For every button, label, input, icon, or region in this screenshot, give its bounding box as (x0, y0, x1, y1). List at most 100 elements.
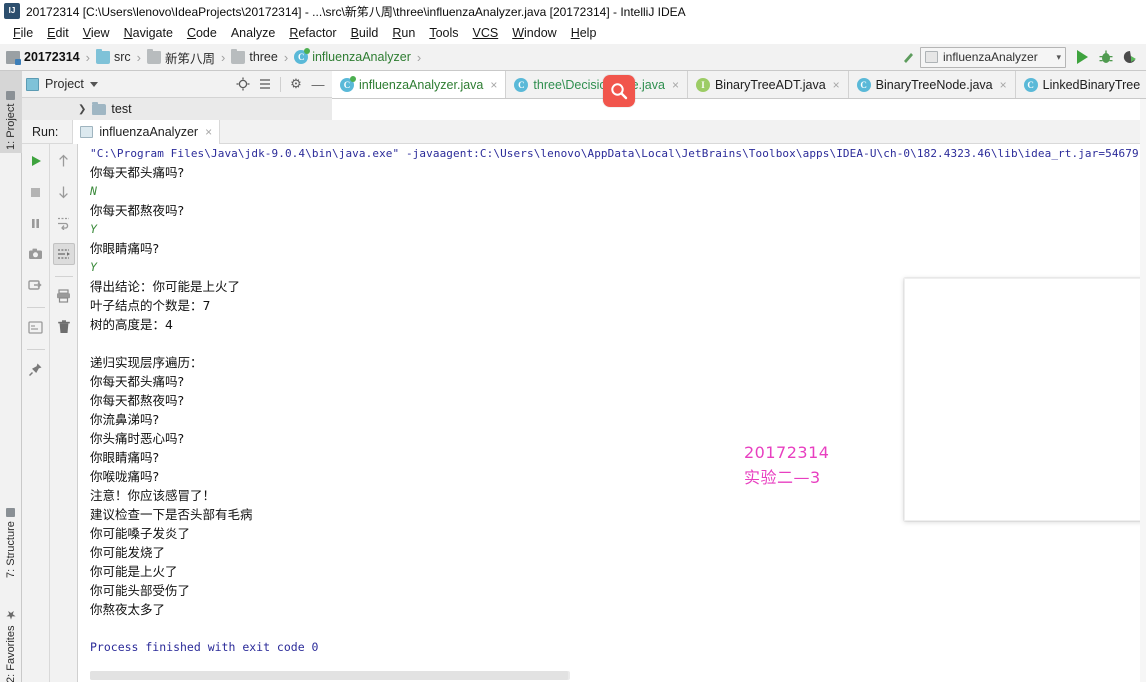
run-with-coverage-icon[interactable] (1119, 46, 1141, 68)
sidebar-item-structure[interactable]: 7: Structure (0, 486, 22, 581)
toolbar-divider (26, 307, 45, 308)
breadcrumb-item-project[interactable]: 20172314 (6, 50, 80, 65)
tab-label: LinkedBinaryTree (1042, 77, 1141, 92)
breadcrumb-label: 新笫八周 (164, 51, 215, 66)
breadcrumb-item-class[interactable]: C influenzaAnalyzer (294, 48, 411, 64)
folder-icon (92, 101, 107, 115)
debug-icon[interactable] (1095, 46, 1117, 68)
toolbar-divider (26, 349, 45, 350)
java-class-icon: C (340, 75, 356, 92)
menu-analyze[interactable]: Analyze (224, 25, 282, 41)
sidebar-item-label: 7: Structure (5, 521, 17, 578)
intellij-logo-icon (4, 3, 20, 19)
close-icon[interactable]: × (833, 78, 840, 92)
tab-DecisionTree-java[interactable]: C three\DecisionTree.java × (506, 71, 688, 98)
project-title-label: Project (45, 77, 84, 91)
clear-all-icon[interactable] (53, 316, 75, 338)
menu-edit[interactable]: Edit (40, 25, 76, 41)
console-horizontal-scrollbar[interactable] (90, 671, 570, 680)
close-icon[interactable]: × (672, 78, 679, 92)
folder-icon (231, 48, 246, 64)
breadcrumb-item-package-week8[interactable]: 新笫八周 (146, 48, 215, 67)
tree-node-test[interactable]: ❯ test (22, 98, 332, 120)
project-tool-window-title[interactable]: Project (26, 77, 98, 91)
soft-wrap-icon[interactable] (53, 212, 75, 234)
hide-window-icon[interactable]: — (308, 74, 328, 94)
stop-icon[interactable] (25, 181, 47, 203)
scroll-to-end-icon[interactable] (52, 243, 75, 265)
tab-BinaryTreeNode-java[interactable]: C BinaryTreeNode.java × (848, 71, 1016, 98)
tab-label: three\DecisionTree.java (533, 77, 665, 92)
console-line: 你眼睛痛吗? (90, 241, 160, 256)
run-config-icon (80, 125, 94, 138)
collapse-all-icon[interactable] (255, 74, 275, 94)
run-icon[interactable] (1071, 46, 1093, 68)
java-class-icon: C (294, 48, 311, 64)
menu-view[interactable]: View (76, 25, 117, 41)
search-magnifier-icon[interactable] (603, 75, 635, 107)
pause-icon[interactable] (25, 212, 47, 234)
project-tree: ❯ test (22, 98, 332, 120)
scrollbar-thumb[interactable] (90, 671, 568, 680)
breadcrumb-separator: › (221, 49, 226, 65)
menu-run[interactable]: Run (385, 25, 422, 41)
sidebar-item-project[interactable]: 1: Project (0, 71, 22, 153)
rerun-icon[interactable] (25, 150, 47, 172)
project-tool-icon (6, 90, 16, 100)
run-configuration-selector[interactable]: influenzaAnalyzer ▾ (920, 46, 1066, 68)
blank-floating-panel (904, 278, 1146, 521)
tab-BinaryTreeADT-java[interactable]: I BinaryTreeADT.java × (687, 71, 849, 98)
breadcrumb-item-src[interactable]: src (95, 48, 131, 64)
up-arrow-icon[interactable] (53, 150, 75, 172)
breadcrumb-separator: › (85, 49, 90, 65)
breadcrumb-item-three[interactable]: three (231, 48, 278, 64)
run-tab-influenzaAnalyzer[interactable]: influenzaAnalyzer × (72, 119, 221, 144)
menu-code[interactable]: Code (180, 25, 224, 41)
export-icon[interactable] (25, 274, 47, 296)
java-class-icon: C (514, 77, 529, 92)
menu-file[interactable]: File (6, 25, 40, 41)
menu-bar[interactable]: File Edit View Navigate Code Analyze Ref… (0, 22, 1146, 44)
hammer-icon[interactable] (897, 46, 919, 68)
menu-tools[interactable]: Tools (422, 25, 465, 41)
console-exit-status: Process finished with exit code 0 (90, 640, 319, 654)
close-icon[interactable]: × (490, 78, 497, 92)
breadcrumb-separator: › (416, 49, 422, 65)
menu-refactor[interactable]: Refactor (282, 25, 343, 41)
run-window-label: Run: (32, 124, 59, 139)
tab-influenzaAnalyzer-java[interactable]: C influenzaAnalyzer.java × (332, 71, 507, 98)
console-icon[interactable] (25, 316, 47, 338)
chevron-down-icon[interactable] (89, 81, 98, 87)
breadcrumb-label: influenzaAnalyzer (312, 50, 411, 64)
menu-build[interactable]: Build (344, 25, 386, 41)
folder-icon (146, 48, 161, 64)
sidebar-item-label: 2: Favorites (5, 625, 17, 682)
run-window-band (332, 120, 1146, 144)
menu-help[interactable]: Help (564, 25, 604, 41)
main-toolbar: influenzaAnalyzer ▾ (896, 46, 1146, 68)
close-icon[interactable]: × (205, 125, 212, 139)
locate-icon[interactable] (233, 74, 253, 94)
run-toolbar-left (22, 144, 50, 682)
title-bar: 20172314 [C:\Users\lenovo\IdeaProjects\2… (0, 0, 1146, 22)
sidebar-item-favorites[interactable]: 2: Favorites ★ (0, 591, 22, 682)
menu-vcs[interactable]: VCS (466, 25, 506, 41)
structure-tool-icon (6, 508, 16, 518)
console-line: 你可能头部受伤了 (90, 583, 191, 598)
menu-navigate[interactable]: Navigate (117, 25, 180, 41)
console-line: 你每天都熬夜吗? (90, 203, 185, 218)
close-icon[interactable]: × (1000, 78, 1007, 92)
chevron-right-icon[interactable]: ❯ (78, 104, 86, 115)
settings-gear-icon[interactable]: ⚙ (286, 74, 306, 94)
toolbar-divider (280, 76, 281, 92)
menu-window[interactable]: Window (505, 25, 563, 41)
print-icon[interactable] (53, 285, 75, 307)
console-line: 你熬夜太多了 (90, 602, 166, 617)
tab-LinkedBinaryTree-java[interactable]: C LinkedBinaryTree (1015, 71, 1146, 98)
down-arrow-icon[interactable] (53, 181, 75, 203)
console-line: Y (90, 222, 97, 236)
java-class-icon: C (856, 77, 871, 92)
window-title: 20172314 [C:\Users\lenovo\IdeaProjects\2… (26, 4, 686, 19)
camera-snapshot-icon[interactable] (25, 243, 47, 265)
pin-tab-icon[interactable] (25, 358, 47, 380)
